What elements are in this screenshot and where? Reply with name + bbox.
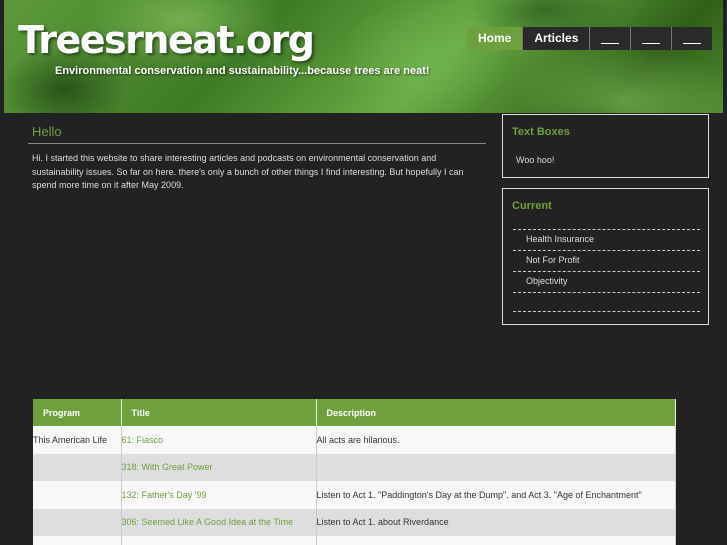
column-header-program: Program [33,399,122,426]
table-row: 318: With Great Power [33,453,676,481]
program-cell [33,453,122,481]
description-cell: All acts are hilarious. [316,426,676,454]
nav-item-blank-2[interactable] [630,27,672,50]
program-cell [33,536,122,545]
podcast-table: Program Title Description This American … [33,399,676,545]
column-header-description: Description [316,399,676,426]
current-title: Current [512,200,552,212]
current-list: Health Insurance Not For Profit Objectiv… [513,229,700,312]
main-nav: Home Articles [467,27,713,50]
current-item-not-for-profit[interactable]: Not For Profit [513,250,700,271]
episode-link[interactable]: 318: With Great Power [122,462,213,472]
program-cell [33,481,122,509]
episode-link[interactable]: 61: Fiasco [122,435,164,445]
nav-item-home[interactable]: Home [467,27,523,50]
header-banner: Treesrneat.org Environmental conservatio… [4,0,723,113]
table-header-row: Program Title Description [33,399,676,426]
episode-link[interactable]: 306: Seemed Like A Good Idea at the Time [122,517,294,527]
current-item-objectivity[interactable]: Objectivity [513,271,700,292]
intro-text: Hi. I started this website to share inte… [32,153,464,190]
page-heading: Hello [28,124,486,144]
table-row: 132: Father's Day '99 Listen to Act 1. "… [33,481,676,509]
site-title[interactable]: Treesrneat.org [18,18,315,62]
description-cell [316,453,676,481]
site-tagline: Environmental conservation and sustainab… [55,65,430,77]
text-boxes-body: Woo hoo! [516,155,555,165]
column-header-title: Title [121,399,317,426]
current-item-empty [513,292,700,312]
nav-item-blank-1[interactable] [589,27,631,50]
text-boxes-panel: Text Boxes Woo hoo! [502,114,709,178]
current-panel: Current Health Insurance Not For Profit … [502,188,709,325]
text-boxes-title: Text Boxes [512,126,570,138]
episode-link[interactable]: 132: Father's Day '99 [122,490,207,500]
nav-item-blank-3[interactable] [671,27,713,50]
table-row [33,536,676,545]
table-row: This American Life 61: Fiasco All acts a… [33,426,676,454]
description-cell: Listen to Act 1. about Riverdance [316,508,676,536]
current-item-health-insurance[interactable]: Health Insurance [513,229,700,250]
program-cell [33,508,122,536]
nav-item-articles[interactable]: Articles [522,27,590,50]
description-cell [316,536,676,545]
table-row: 306: Seemed Like A Good Idea at the Time… [33,508,676,536]
program-cell: This American Life [33,426,122,454]
description-cell: Listen to Act 1. "Paddington's Day at th… [316,481,676,509]
